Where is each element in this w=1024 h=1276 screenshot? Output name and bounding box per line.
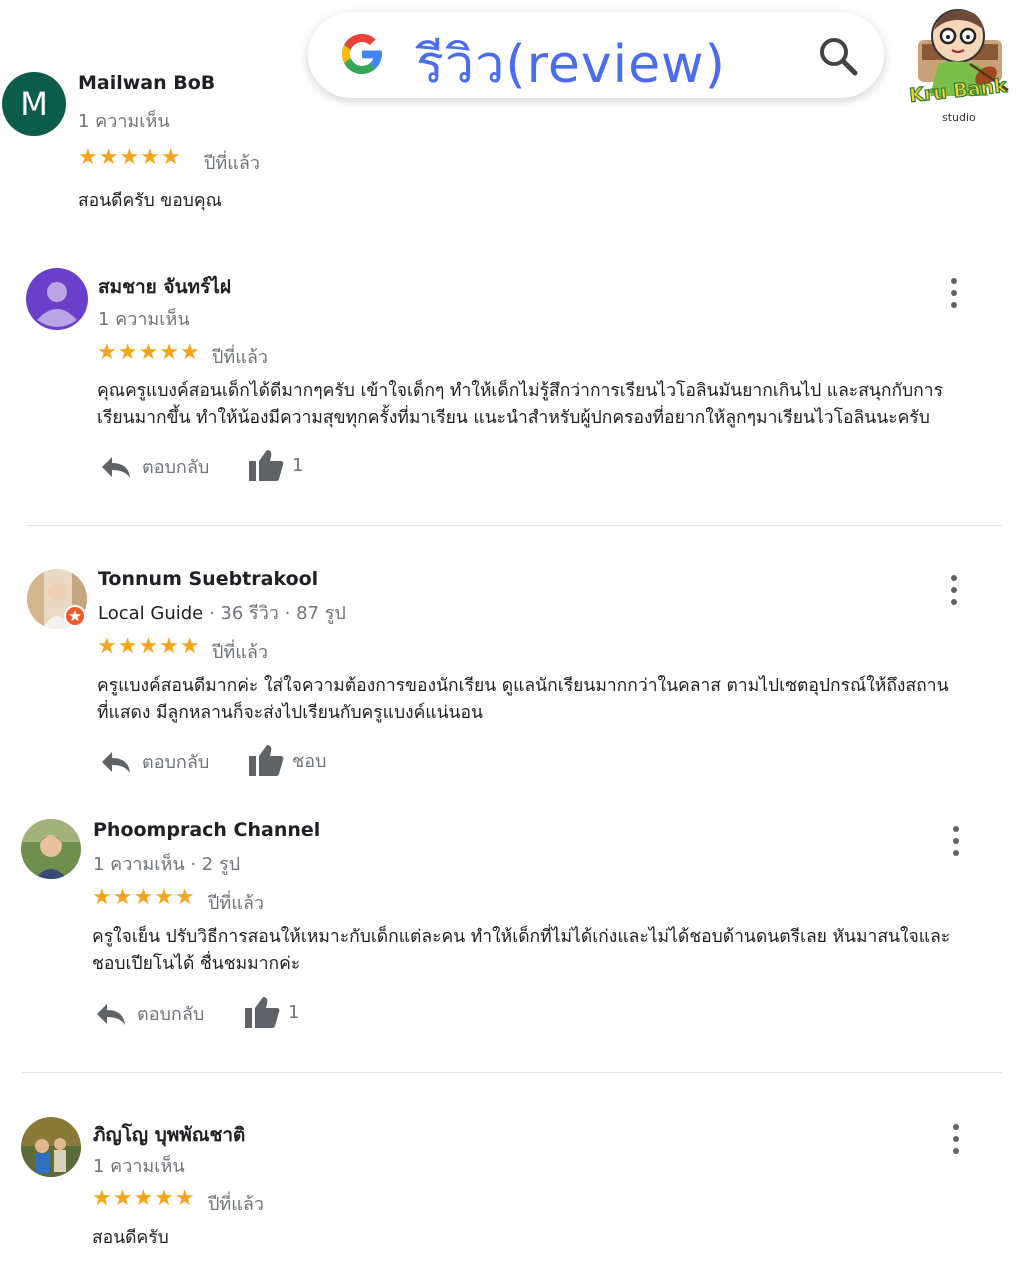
- reviewer-meta: 1 ความเห็น: [98, 309, 190, 330]
- search-icon[interactable]: [816, 34, 860, 78]
- review-time: ปีที่แล้ว: [204, 153, 261, 174]
- review-text-line: ครูใจเย็น ปรับวิธีการสอนให้เหมาะกับเด็กแ…: [92, 927, 951, 947]
- review-time: ปีที่แล้ว: [208, 1194, 265, 1215]
- review-text: สอนดีครับ: [92, 1228, 169, 1248]
- review-divider: [22, 1072, 1002, 1073]
- review-text: ครูใจเย็น ปรับวิธีการสอนให้เหมาะกับเด็กแ…: [92, 924, 1012, 978]
- reply-icon: [102, 751, 130, 773]
- more-options-icon[interactable]: [946, 1124, 966, 1154]
- reviewer-name[interactable]: Phoomprach Channel: [93, 819, 320, 841]
- like-button[interactable]: 1: [248, 448, 303, 482]
- local-guide-label: Local Guide: [98, 603, 204, 624]
- reply-label: ตอบกลับ: [142, 457, 210, 478]
- reviewer-name[interactable]: Mailwan BoB: [78, 72, 215, 94]
- review-time: ปีที่แล้ว: [208, 893, 265, 914]
- reply-label: ตอบกลับ: [142, 752, 210, 773]
- google-icon: [342, 34, 382, 74]
- review-text-line: ชอบเปียโนได้ ชื่นชมมากค่ะ: [92, 954, 301, 974]
- reviewer-name[interactable]: สมชาย จันทร์ไฝ: [98, 272, 231, 302]
- more-options-icon[interactable]: [944, 575, 964, 605]
- reply-label: ตอบกลับ: [137, 1004, 205, 1025]
- like-count: 1: [288, 1001, 300, 1023]
- avatar[interactable]: [20, 1116, 82, 1178]
- thumbs-up-icon: [249, 450, 284, 481]
- reviewer-name[interactable]: Tonnum Suebtrakool: [98, 568, 318, 590]
- review-text-line: คุณครูแบงค์สอนเด็กได้ดีมากๆครับ เข้าใจเด…: [97, 381, 943, 401]
- reviewer-name[interactable]: ภิญโญ บุพพัณชาติ: [93, 1120, 245, 1150]
- reviewer-meta: 1 ความเห็น: [93, 1156, 185, 1177]
- like-label: ชอบ: [292, 750, 327, 772]
- local-guide-badge-icon: [64, 605, 86, 627]
- star-rating: ★★★★★: [78, 145, 182, 170]
- reviewer-meta: Local Guide · 36 รีวิว · 87 รูป: [98, 598, 346, 627]
- avatar[interactable]: M: [2, 72, 66, 136]
- star-rating: ★★★★★: [97, 634, 201, 659]
- review-time: ปีที่แล้ว: [212, 347, 269, 368]
- more-options-icon[interactable]: [944, 278, 964, 308]
- search-query-text: รีวิว(review): [416, 35, 726, 95]
- review-text: คุณครูแบงค์สอนเด็กได้ดีมากๆครับ เข้าใจเด…: [97, 378, 1007, 432]
- reply-icon: [97, 1003, 125, 1025]
- reply-button[interactable]: ตอบกลับ: [100, 747, 209, 776]
- avatar-letter: M: [20, 85, 48, 123]
- review-divider: [26, 525, 1002, 526]
- reply-icon: [102, 456, 130, 478]
- avatar[interactable]: [20, 818, 82, 880]
- reviewer-meta: 1 ความเห็น · 2 รูป: [93, 854, 241, 875]
- star-rating: ★★★★★: [97, 340, 201, 365]
- like-button[interactable]: 1: [244, 995, 299, 1029]
- more-options-icon[interactable]: [946, 826, 966, 856]
- star-rating: ★★★★★: [92, 885, 196, 910]
- thumbs-up-icon: [245, 997, 280, 1028]
- review-text: ครูแบงค์สอนดีมากค่ะ ใส่ใจความต้องการของน…: [97, 673, 1007, 727]
- avatar[interactable]: [26, 268, 88, 330]
- thumbs-up-icon: [249, 745, 284, 776]
- review-text-line: ที่แสดง มีลูกหลานก็จะส่งไปเรียนกับครูแบง…: [97, 703, 483, 723]
- reviewer-stats: · 36 รีวิว · 87 รูป: [203, 603, 346, 624]
- like-button[interactable]: ชอบ: [248, 743, 326, 777]
- review-text-line: เรียนมากขึ้น ทำให้น้องมีความสุขทุกครั้งท…: [97, 408, 930, 428]
- star-rating: ★★★★★: [92, 1186, 196, 1211]
- review-text: สอนดีครับ ขอบคุณ: [78, 191, 222, 211]
- like-count: 1: [292, 454, 304, 476]
- review-time: ปีที่แล้ว: [212, 642, 269, 663]
- kru-bank-studio-logo: Kru Bank studio: [908, 9, 1009, 124]
- reply-button[interactable]: ตอบกลับ: [100, 452, 209, 481]
- logo-subtitle: studio: [942, 111, 976, 124]
- reviewer-meta: 1 ความเห็น: [78, 111, 170, 132]
- review-text-line: ครูแบงค์สอนดีมากค่ะ ใส่ใจความต้องการของน…: [97, 676, 949, 696]
- reply-button[interactable]: ตอบกลับ: [95, 999, 204, 1028]
